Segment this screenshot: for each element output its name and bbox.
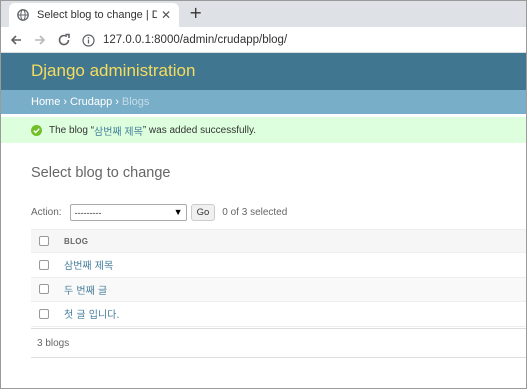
breadcrumb-app[interactable]: Crudapp — [70, 96, 112, 108]
column-header-blog[interactable]: BLOG — [64, 237, 88, 246]
actions-bar: Action: --------- ▼ Go 0 of 3 selected — [31, 204, 287, 221]
browser-tab[interactable]: Select blog to change | Django ✕ — [9, 3, 179, 27]
address-bar[interactable]: 127.0.0.1:8000/admin/crudapp/blog/ — [81, 30, 526, 50]
selection-counter: 0 of 3 selected — [222, 207, 288, 218]
table-row: 두 번째 글 — [31, 277, 526, 302]
globe-icon — [17, 9, 29, 21]
breadcrumb: Home › Crudapp › Blogs — [1, 90, 526, 114]
breadcrumb-separator: › — [115, 96, 119, 108]
row-link[interactable]: 삼번째 제목 — [64, 257, 113, 272]
row-checkbox[interactable] — [39, 308, 49, 319]
tab-bar: Select blog to change | Django ✕ + — [1, 1, 526, 27]
action-select[interactable]: --------- ▼ — [69, 204, 187, 221]
browser-window: Select blog to change | Django ✕ + 127.0… — [0, 0, 527, 389]
close-icon[interactable]: ✕ — [161, 8, 171, 22]
select-all-checkbox[interactable] — [39, 236, 49, 246]
success-message: The blog “삼번째 제목” was added successfully… — [1, 117, 526, 143]
back-icon[interactable] — [7, 31, 25, 49]
action-select-value: --------- — [74, 207, 102, 218]
browser-toolbar: 127.0.0.1:8000/admin/crudapp/blog/ — [1, 27, 526, 53]
breadcrumb-home[interactable]: Home — [31, 96, 60, 108]
message-prefix: The blog “ — [49, 124, 95, 136]
forward-icon[interactable] — [31, 31, 49, 49]
site-header: Django administration — [1, 53, 526, 90]
action-label: Action: — [31, 207, 62, 218]
chevron-down-icon: ▼ — [173, 207, 183, 217]
new-tab-icon[interactable]: + — [189, 5, 202, 21]
row-link[interactable]: 첫 글 입니다. — [64, 306, 120, 321]
url-text: 127.0.0.1:8000/admin/crudapp/blog/ — [103, 34, 288, 46]
breadcrumb-current: Blogs — [121, 96, 150, 108]
table-header: BLOG — [31, 229, 526, 253]
checkmark-icon — [31, 124, 42, 136]
site-branding[interactable]: Django administration — [31, 61, 195, 81]
table-row: 삼번째 제목 — [31, 253, 526, 278]
table-row: 첫 글 입니다. — [31, 302, 526, 327]
row-checkbox[interactable] — [39, 284, 49, 295]
info-icon[interactable] — [81, 33, 95, 47]
result-list: BLOG 삼번째 제목 두 번째 글 첫 글 입니다. — [31, 229, 526, 327]
breadcrumb-separator: › — [63, 96, 68, 108]
tab-title: Select blog to change | Django — [37, 9, 157, 21]
reload-icon[interactable] — [55, 31, 73, 49]
message-object-link[interactable]: 삼번째 제목 — [94, 123, 143, 138]
page-title: Select blog to change — [31, 165, 171, 181]
row-link[interactable]: 두 번째 글 — [64, 282, 107, 297]
go-button[interactable]: Go — [190, 204, 216, 221]
message-suffix: ” was added successfully. — [142, 124, 257, 136]
row-checkbox[interactable] — [39, 259, 49, 270]
paginator: 3 blogs — [31, 328, 526, 358]
